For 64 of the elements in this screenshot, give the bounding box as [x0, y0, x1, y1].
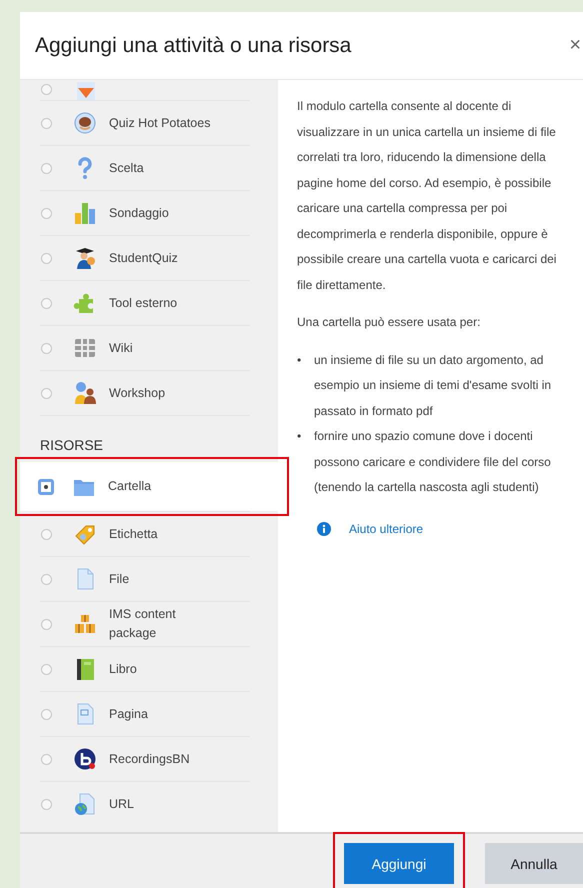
bar-chart-icon: [73, 201, 97, 225]
module-option[interactable]: RecordingsBN: [20, 737, 278, 781]
radio-button[interactable]: [41, 574, 52, 584]
module-option[interactable]: URL: [20, 782, 278, 818]
module-label: RecordingsBN: [109, 750, 190, 768]
module-option[interactable]: Tool esterno: [20, 281, 278, 325]
bullet-marker: •: [297, 352, 302, 368]
bullet-marker: •: [297, 428, 302, 445]
module-label: Libro: [109, 660, 137, 678]
radio-button[interactable]: [41, 708, 52, 720]
radio-button[interactable]: [41, 618, 52, 630]
close-button[interactable]: ×: [569, 34, 583, 57]
people-icon: [73, 381, 97, 405]
help-link[interactable]: Aiuto ulteriore: [349, 516, 424, 542]
module-label: Quiz Hot Potatoes: [109, 114, 210, 132]
info-icon: [317, 522, 331, 536]
radio-button[interactable]: [41, 342, 52, 354]
module-option[interactable]: IMS content package: [20, 602, 278, 646]
module-label: File: [109, 570, 130, 588]
module-option[interactable]: Etichetta: [20, 512, 278, 556]
potato-icon: [73, 111, 97, 135]
radio-button[interactable]: [41, 528, 52, 540]
circle-letter-icon: [73, 747, 97, 771]
help-paragraph: Il modulo cartella consente al docente di visualizzare in un unica cartella un insieme di file correlati tra loro, riducendo la dimensione della pagine home del corso. Ad esempio, è possibile caricare una cartella compressa per poi decomprimerla e renderla disponibile, oppure è possibile creare una cartella vuota e caricarci dei file direttamente.: [297, 98, 558, 294]
module-label: StudentQuiz: [109, 250, 178, 266]
radio-button[interactable]: [41, 252, 52, 264]
module-label: Wiki: [109, 340, 133, 356]
module-label: Scelta: [109, 160, 144, 176]
radio-button[interactable]: [41, 162, 52, 174]
module-option[interactable]: Scelta: [20, 146, 278, 190]
module-option[interactable]: Libro: [20, 647, 278, 691]
radio-button[interactable]: [38, 478, 54, 494]
module-label: Workshop: [109, 384, 166, 402]
module-option[interactable]: Sondaggio: [20, 191, 278, 235]
section-heading: RISORSE: [39, 436, 104, 455]
module-option[interactable]: File: [20, 557, 278, 601]
cancel-button[interactable]: Annulla: [485, 843, 583, 884]
bullet-text: fornire uno spazio comune dove i docenti possono caricare e condividere file del corso (tenendo la cartella nascosta agli studenti): [314, 428, 552, 496]
module-option[interactable]: Workshop: [20, 371, 278, 415]
wiki-grid-icon: [73, 336, 97, 360]
module-label: Tool esterno: [109, 294, 178, 312]
help-paragraph: Una cartella può essere usata per:: [297, 314, 482, 331]
module-label: IMS content package: [109, 606, 177, 642]
module-label: Sondaggio: [109, 204, 169, 222]
module-option[interactable]: Wiki: [20, 326, 278, 370]
radio-button[interactable]: [41, 118, 52, 128]
dialog-title: Aggiungi una attività o una risorsa: [35, 34, 352, 58]
radio-button[interactable]: [41, 298, 52, 308]
module-option[interactable]: Quiz Hot Potatoes: [20, 101, 278, 145]
radio-button[interactable]: [41, 664, 52, 674]
radio-button[interactable]: [41, 798, 52, 810]
boxes-icon: [73, 612, 97, 636]
module-option[interactable]: Pagina: [20, 692, 278, 736]
radio-button[interactable]: [41, 208, 52, 218]
globe-document-icon: [73, 792, 97, 816]
module-label: Pagina: [109, 706, 148, 723]
module-option[interactable]: StudentQuiz: [20, 236, 278, 280]
radio-button[interactable]: [41, 388, 52, 398]
module-label: Etichetta: [109, 526, 158, 542]
module-label: URL: [109, 796, 134, 812]
module-label: Cartella: [108, 478, 152, 495]
add-button[interactable]: Aggiungi: [344, 843, 454, 884]
radio-button[interactable]: [41, 84, 52, 95]
radio-button[interactable]: [41, 754, 52, 764]
